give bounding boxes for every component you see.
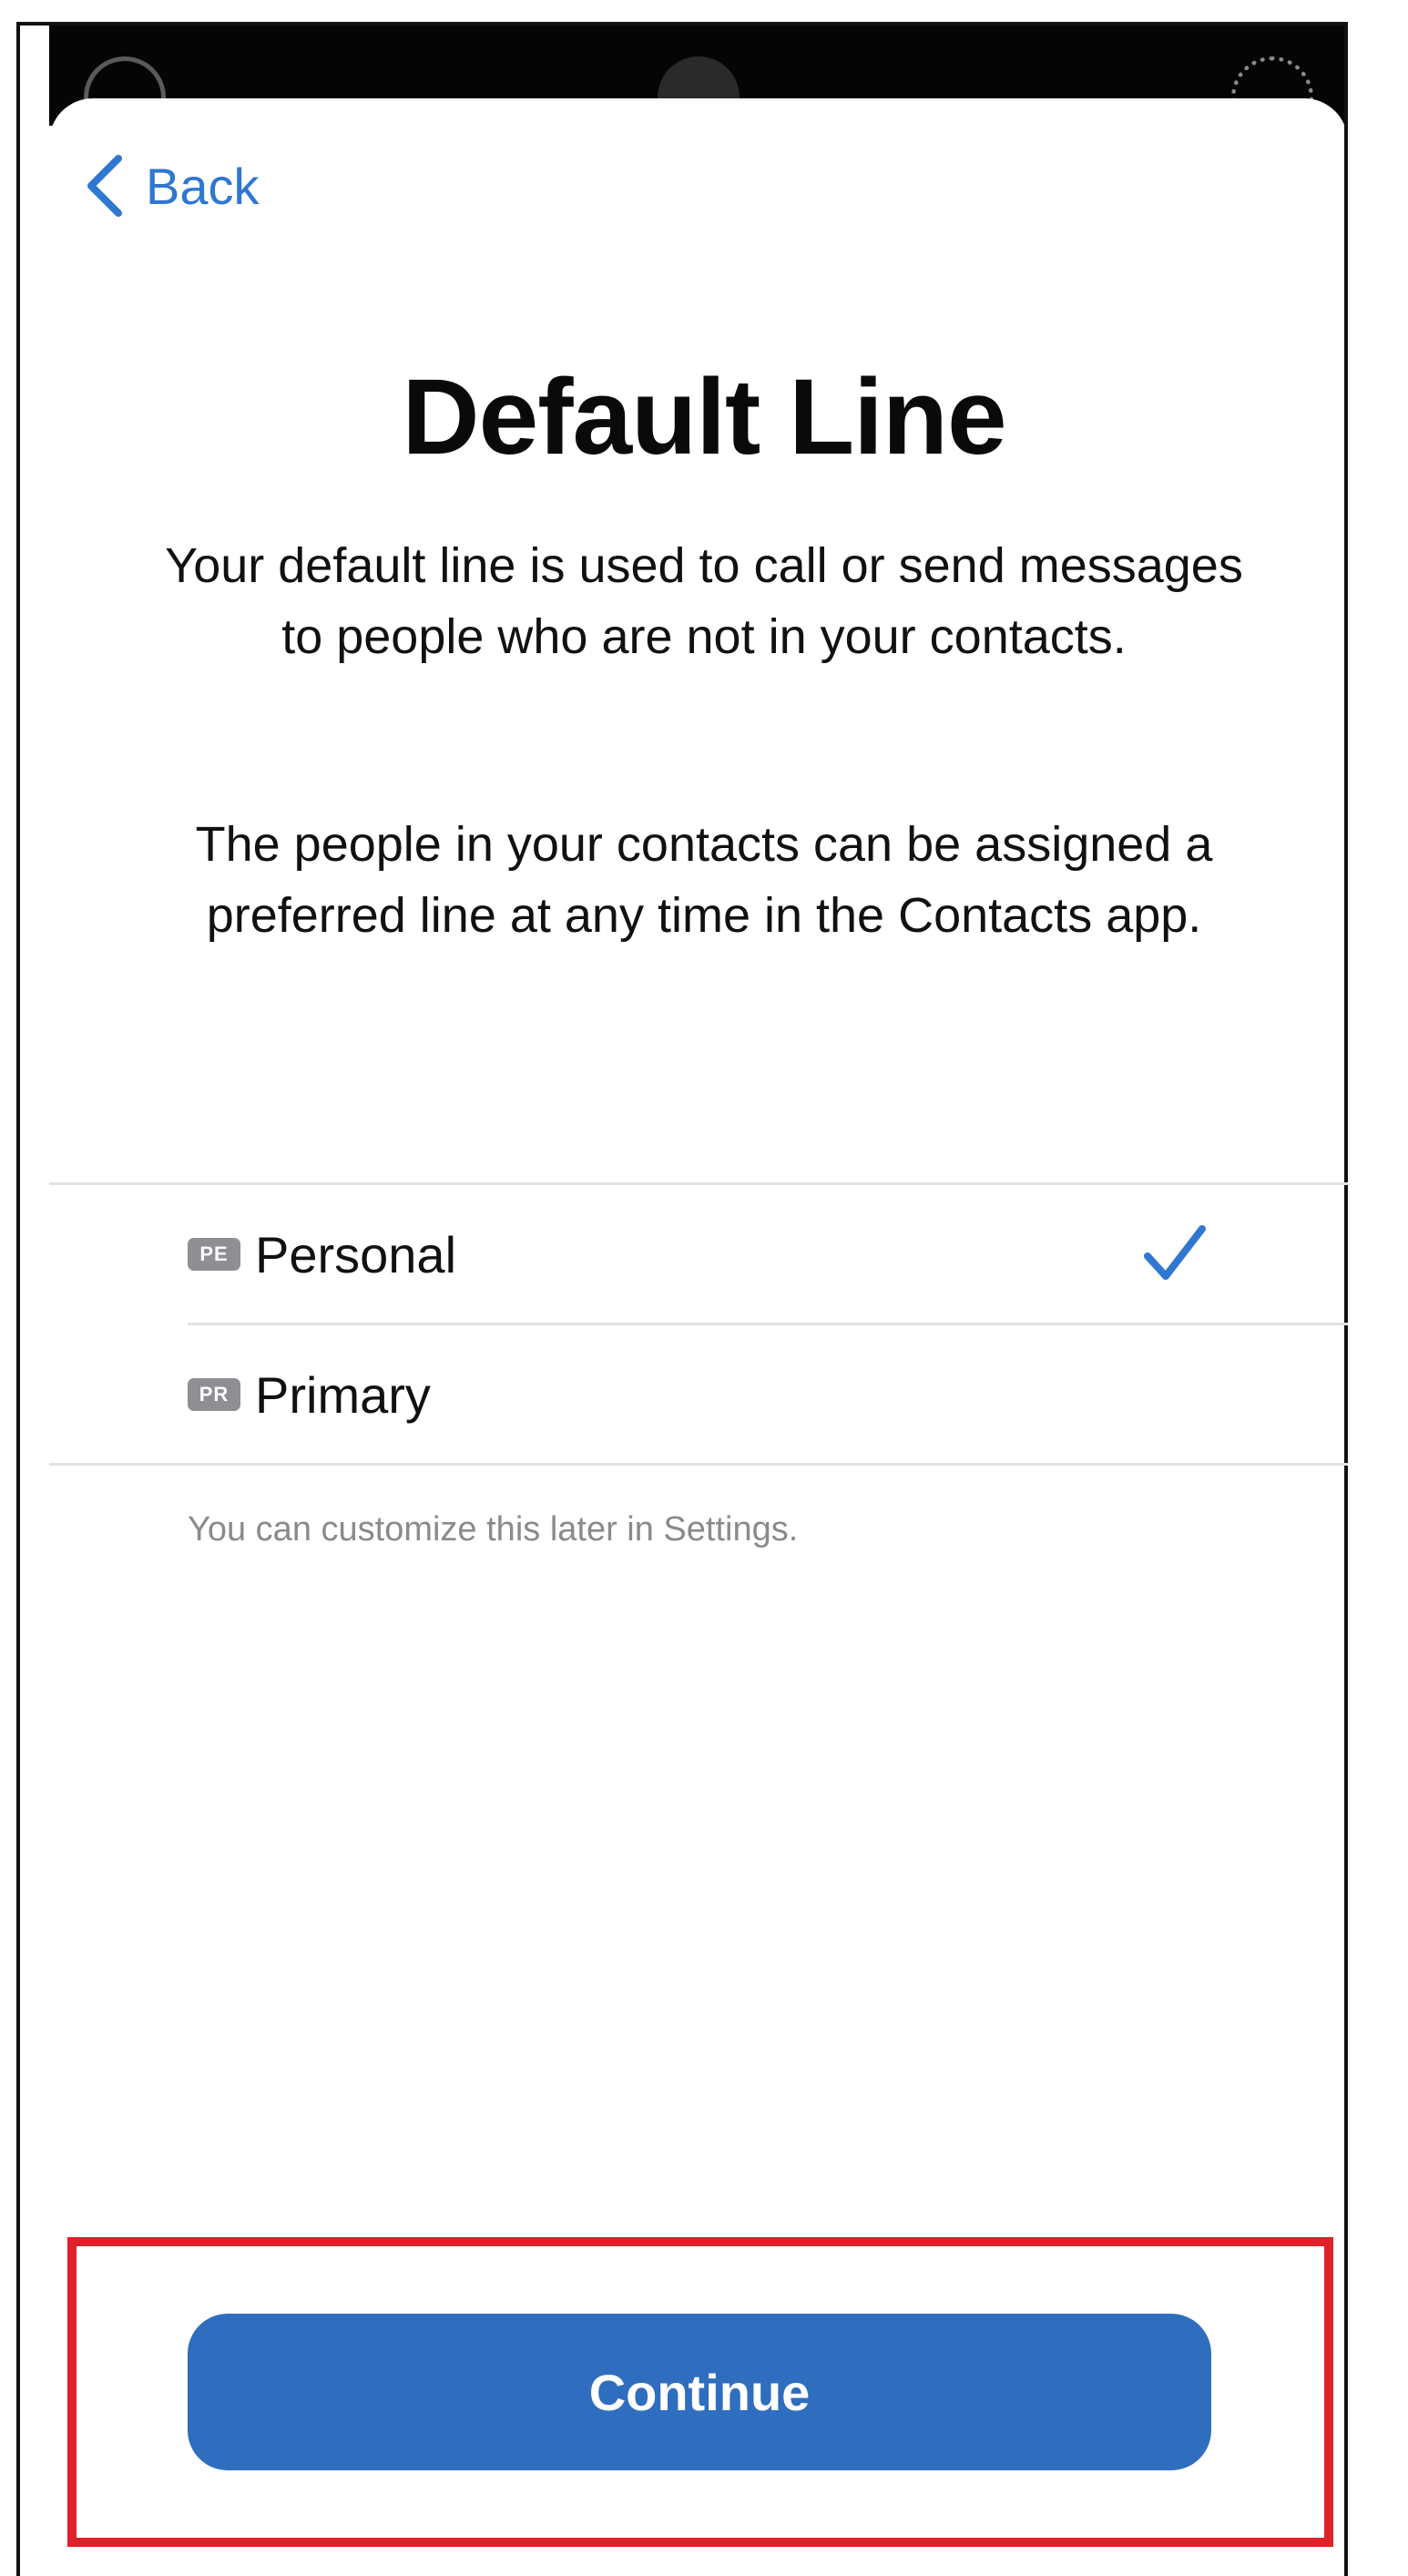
line-label: Primary — [255, 1365, 431, 1424]
checkmark-icon — [1144, 1225, 1206, 1280]
frame-border-top — [16, 22, 1348, 26]
settings-footnote: You can customize this later in Settings… — [188, 1510, 799, 1549]
back-label: Back — [146, 157, 260, 215]
page-title: Default Line — [402, 357, 1006, 477]
line-badge: PE — [188, 1238, 240, 1271]
continue-label: Continue — [588, 2363, 811, 2421]
list-divider-bottom — [49, 1463, 1348, 1466]
screenshot-page: Back Default Line Your default line is u… — [0, 0, 1408, 2576]
back-button[interactable]: Back — [82, 153, 260, 219]
description-preferred-line: The people in your contacts can be assig… — [195, 817, 1213, 943]
line-badge: PR — [188, 1378, 240, 1411]
line-label: Personal — [255, 1225, 457, 1283]
continue-button[interactable]: Continue — [188, 2314, 1211, 2470]
chevron-left-icon — [87, 155, 122, 217]
description-default-line: Your default line is used to call or sen… — [165, 538, 1243, 664]
line-option-personal[interactable]: PE Personal — [188, 1185, 1348, 1324]
line-option-primary[interactable]: PR Primary — [188, 1325, 1348, 1464]
